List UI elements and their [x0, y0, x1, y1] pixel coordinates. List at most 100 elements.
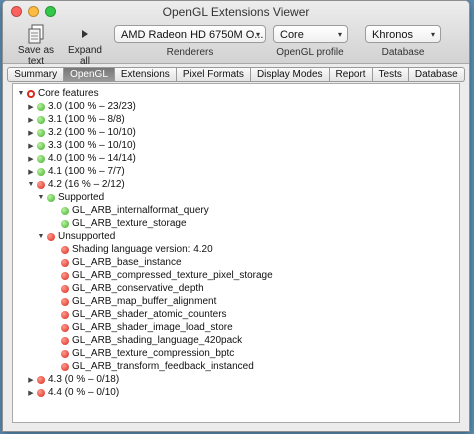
tree-row[interactable]: ▶ 3.3 (100 % – 10/10) [15, 139, 459, 152]
disclosure-closed-icon[interactable]: ▶ [27, 155, 35, 163]
disclosure-closed-icon[interactable]: ▶ [27, 376, 35, 384]
tree-row[interactable]: ▶ 3.2 (100 % – 10/10) [15, 126, 459, 139]
red-status-icon [61, 362, 69, 371]
renderers-select[interactable]: AMD Radeon HD 6750M O... ▾ [114, 25, 266, 43]
opengl-profile-select[interactable]: Core ▾ [273, 25, 348, 43]
tree-row[interactable]: GL_ARB_map_buffer_alignment [15, 295, 459, 308]
opengl-profile-caption: OpenGL profile [276, 47, 344, 58]
tab-bar: Summary OpenGL Extensions Pixel Formats Disp… [3, 67, 469, 82]
green-status-icon [37, 141, 45, 150]
renderers-value: AMD Radeon HD 6750M O... [121, 29, 264, 41]
tree-row[interactable]: GL_ARB_texture_storage [15, 217, 459, 230]
expand-all-label: Expand all [68, 45, 102, 67]
tree-row-label: 4.1 (100 % – 7/7) [48, 166, 125, 177]
renderers-caption: Renderers [166, 47, 214, 58]
disclosure-closed-icon[interactable]: ▶ [27, 129, 35, 137]
red-status-icon [61, 336, 69, 345]
opengl-profile-value: Core [280, 29, 304, 41]
feature-tree-panel: ▼ Core features ▶ 3.0 (100 % – 23/23) ▶ 3.1 (… [12, 83, 460, 423]
tree-row[interactable]: GL_ARB_transform_feedback_instanced [15, 360, 459, 373]
green-status-icon [37, 167, 45, 176]
tree-row-label: GL_ARB_conservative_depth [72, 283, 204, 294]
disclosure-closed-icon[interactable]: ▶ [27, 389, 35, 397]
tree-row-label: Core features [38, 88, 99, 99]
red-status-icon [47, 232, 55, 241]
feature-tree: ▼ Core features ▶ 3.0 (100 % – 23/23) ▶ 3.1 (… [13, 84, 459, 399]
tree-row-label: GL_ARB_texture_storage [72, 218, 187, 229]
database-select[interactable]: Khronos ▾ [365, 25, 441, 43]
expand-all-button[interactable]: Expand all [63, 23, 107, 67]
green-status-icon [37, 154, 45, 163]
select-arrows-icon: ▾ [337, 30, 342, 39]
tree-row-label: 3.0 (100 % – 23/23) [48, 101, 136, 112]
disclosure-closed-icon[interactable]: ▶ [27, 103, 35, 111]
document-copy-icon [11, 23, 61, 45]
disclosure-open-icon[interactable]: ▼ [37, 233, 45, 240]
select-arrows-icon: ▾ [255, 30, 260, 39]
tree-row[interactable]: GL_ARB_shading_language_420pack [15, 334, 459, 347]
tree-row[interactable]: ▶ 4.0 (100 % – 14/14) [15, 152, 459, 165]
tree-row[interactable]: ▶ 4.4 (0 % – 0/10) [15, 386, 459, 399]
disclosure-open-icon[interactable]: ▼ [37, 194, 45, 201]
tree-row[interactable]: GL_ARB_shader_atomic_counters [15, 308, 459, 321]
tree-row[interactable]: ▼ Unsupported [15, 230, 459, 243]
tree-row-label: 3.3 (100 % – 10/10) [48, 140, 136, 151]
tree-row[interactable]: GL_ARB_shader_image_load_store [15, 321, 459, 334]
tree-row-label: GL_ARB_shader_atomic_counters [72, 309, 227, 320]
green-status-icon [61, 219, 69, 228]
tree-row[interactable]: GL_ARB_compressed_texture_pixel_storage [15, 269, 459, 282]
tree-row-label: 4.4 (0 % – 0/10) [48, 387, 120, 398]
tab-opengl[interactable]: OpenGL [64, 67, 115, 82]
red-status-icon [61, 310, 69, 319]
tree-row[interactable]: ▶ 3.0 (100 % – 23/23) [15, 100, 459, 113]
tree-row[interactable]: ▶ 4.1 (100 % – 7/7) [15, 165, 459, 178]
tree-row[interactable]: GL_ARB_base_instance [15, 256, 459, 269]
disclosure-closed-icon[interactable]: ▶ [27, 168, 35, 176]
tree-row[interactable]: ▼ Core features [15, 87, 459, 100]
tree-row[interactable]: ▶ 4.3 (0 % – 0/18) [15, 373, 459, 386]
red-status-icon [61, 258, 69, 267]
tree-row[interactable]: Shading language version: 4.20 [15, 243, 459, 256]
tree-row-label: GL_ARB_texture_compression_bptc [72, 348, 235, 359]
database-caption: Database [381, 47, 425, 58]
tree-row-label: GL_ARB_base_instance [72, 257, 182, 268]
green-status-icon [37, 115, 45, 124]
tab-database[interactable]: Database [408, 67, 465, 82]
tree-row[interactable]: ▼ 4.2 (16 % – 2/12) [15, 178, 459, 191]
disclosure-open-icon[interactable]: ▼ [27, 181, 35, 188]
tree-row-label: GL_ARB_map_buffer_alignment [72, 296, 217, 307]
tab-extensions[interactable]: Extensions [114, 67, 177, 82]
window-title: OpenGL Extensions Viewer [162, 5, 310, 19]
database-value: Khronos [372, 29, 413, 41]
save-as-text-label: Save as text [17, 45, 55, 67]
tab-tests[interactable]: Tests [372, 67, 409, 82]
tree-row-label: Supported [58, 192, 105, 203]
tree-row-label: GL_ARB_shading_language_420pack [72, 335, 243, 346]
green-status-icon [61, 206, 69, 215]
disclosure-closed-icon[interactable]: ▶ [27, 142, 35, 150]
green-status-icon [37, 102, 45, 111]
red-status-icon [61, 349, 69, 358]
tab-report[interactable]: Report [329, 67, 373, 82]
tree-row-label: 3.2 (100 % – 10/10) [48, 127, 136, 138]
green-status-icon [37, 128, 45, 137]
disclosure-open-icon[interactable]: ▼ [17, 90, 25, 97]
tree-row-label: GL_ARB_compressed_texture_pixel_storage [72, 270, 273, 281]
tree-row-label: GL_ARB_transform_feedback_instanced [72, 361, 254, 372]
red-status-icon [61, 297, 69, 306]
tree-row[interactable]: GL_ARB_texture_compression_bptc [15, 347, 459, 360]
save-as-text-button[interactable]: Save as text [11, 23, 61, 67]
tree-row-label: Unsupported [58, 231, 116, 242]
tree-row[interactable]: GL_ARB_internalformat_query [15, 204, 459, 217]
red-status-icon [61, 323, 69, 332]
tree-row[interactable]: ▶ 3.1 (100 % – 8/8) [15, 113, 459, 126]
tab-display-modes[interactable]: Display Modes [250, 67, 330, 82]
tree-row[interactable]: ▼ Supported [15, 191, 459, 204]
tree-row-label: 4.0 (100 % – 14/14) [48, 153, 136, 164]
tree-row[interactable]: GL_ARB_conservative_depth [15, 282, 459, 295]
tab-summary[interactable]: Summary [7, 67, 65, 82]
red-status-icon [37, 180, 45, 189]
disclosure-closed-icon[interactable]: ▶ [27, 116, 35, 124]
tree-row-label: 4.3 (0 % – 0/18) [48, 374, 120, 385]
tab-pixel-formats[interactable]: Pixel Formats [176, 67, 251, 82]
